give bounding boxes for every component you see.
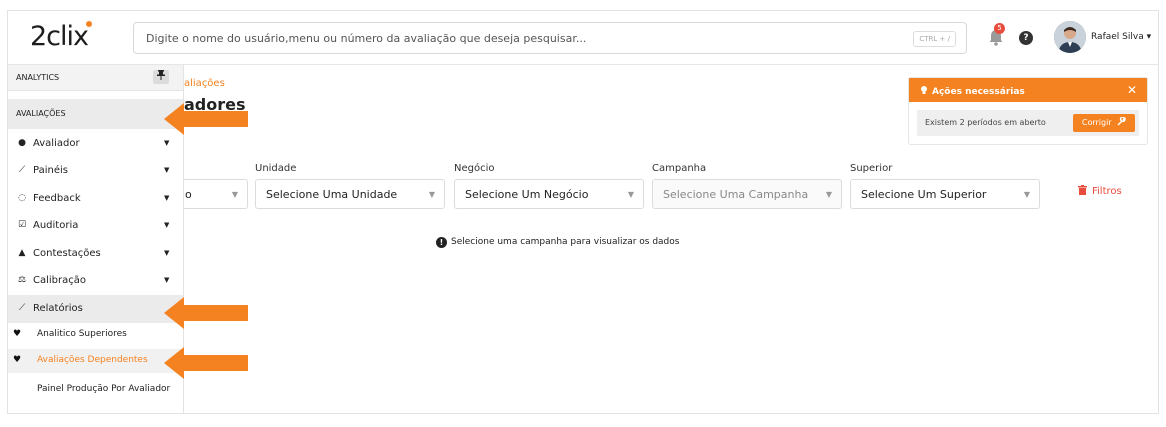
filter-value-unidade: Selecione Uma Unidade xyxy=(266,188,398,201)
notifications-badge: 5 xyxy=(994,23,1005,34)
search-box[interactable]: Digite o nome do usuário,menu ou número … xyxy=(133,22,967,54)
sidebar-item-paineis[interactable]: ⟋ Painéis ▼ xyxy=(8,158,183,184)
chevron-down-icon: ▼ xyxy=(164,139,170,147)
chevron-down-icon: ▼ xyxy=(164,194,170,202)
chevron-down-icon: ▼ xyxy=(627,190,634,199)
top-header: 2clix Digite o nome do usuário,menu ou n… xyxy=(8,11,1158,65)
sidebar-item-label: Feedback xyxy=(33,193,81,204)
actions-card-title: Ações necessárias xyxy=(919,85,1025,97)
actions-needed-card: Ações necessárias ✕ Existem 2 períodos e… xyxy=(908,77,1148,145)
sidebar-subitem-label: Analitico Superiores xyxy=(37,329,127,339)
chevron-down-icon: ▼ xyxy=(1023,190,1030,199)
breadcrumb[interactable]: aliações xyxy=(184,78,225,89)
chevron-down-icon: ▼ xyxy=(164,276,170,284)
filter-value-campanha: Selecione Uma Campanha xyxy=(663,188,809,201)
filter-select-negocio[interactable]: Selecione Um Negócio ▼ xyxy=(454,179,644,209)
close-icon[interactable]: ✕ xyxy=(1127,83,1137,97)
filters-button-label: Filtros xyxy=(1092,186,1122,197)
pin-glyph xyxy=(157,70,165,80)
filter-value-superior: Selecione Um Superior xyxy=(861,188,987,201)
sidebar-item-label: Calibração xyxy=(33,275,86,286)
actions-card-message: Existem 2 períodos em aberto xyxy=(925,118,1046,127)
sidebar-item-calibracao[interactable]: ⚖ Calibração ▼ xyxy=(8,268,183,294)
search-input[interactable]: Digite o nome do usuário,menu ou número … xyxy=(146,32,586,45)
chevron-down-icon: ▾ xyxy=(1146,32,1152,42)
annotation-arrow-icon xyxy=(164,297,248,329)
chevron-down-icon: ▼ xyxy=(164,166,170,174)
filter-label-negocio: Negócio xyxy=(454,163,495,174)
sidebar-item-auditoria[interactable]: ☑ Auditoria ▼ xyxy=(8,213,183,239)
exclamation-circle-icon: ! xyxy=(436,237,447,248)
filter-label-superior: Superior xyxy=(850,163,893,174)
filter-select-superior[interactable]: Selecione Um Superior ▼ xyxy=(850,179,1040,209)
logo-text: 2clix xyxy=(30,21,89,52)
chevron-down-icon: ▼ xyxy=(164,221,170,229)
sidebar-section-avaliacoes[interactable]: AVALIAÇÕES xyxy=(8,99,183,129)
chevron-down-icon: ▼ xyxy=(428,190,435,199)
chevron-down-icon: ▼ xyxy=(231,190,238,199)
line-chart-icon: ⟋ xyxy=(18,303,26,313)
actions-card-row: Existem 2 períodos em aberto Corrigir xyxy=(917,110,1139,136)
user-menu[interactable]: Rafael Silva ▾ xyxy=(1091,32,1151,42)
line-chart-icon: ⟋ xyxy=(18,165,26,175)
filter-value-partial: o xyxy=(185,188,192,201)
user-name: Rafael Silva xyxy=(1091,32,1144,42)
logo[interactable]: 2clix xyxy=(30,19,110,55)
user-photo xyxy=(1054,21,1086,53)
sidebar: ANALYTICS AVALIAÇÕES ● Avaliador ▼ ⟋ Pai… xyxy=(8,65,184,413)
sidebar-item-avaliador[interactable]: ● Avaliador ▼ xyxy=(8,131,183,157)
sidebar-section-analytics-label: ANALYTICS xyxy=(16,73,60,82)
sidebar-section-avaliacoes-label: AVALIAÇÕES xyxy=(16,109,66,118)
sidebar-item-label: Contestações xyxy=(33,248,101,259)
user-circle-icon: ● xyxy=(18,138,26,148)
heart-icon: ♥ xyxy=(13,329,22,339)
filters-button[interactable]: Filtros xyxy=(1078,185,1122,197)
info-message-text: Selecione uma campanha para visualizar o… xyxy=(451,237,680,247)
trash-icon xyxy=(1078,185,1087,195)
warning-triangle-icon: ▲ xyxy=(18,248,26,258)
chevron-down-icon: ▼ xyxy=(825,190,832,199)
filter-select-unidade[interactable]: Selecione Uma Unidade ▼ xyxy=(255,179,445,209)
help-icon[interactable]: ? xyxy=(1019,31,1033,45)
app-window: 2clix Digite o nome do usuário,menu ou n… xyxy=(7,10,1159,414)
search-shortcut-hint: CTRL + / xyxy=(913,31,956,47)
avatar[interactable] xyxy=(1054,21,1086,53)
sidebar-subitem-analitico-superiores[interactable]: ♥ Analitico Superiores xyxy=(8,323,183,347)
annotation-arrow-icon xyxy=(164,103,248,135)
sidebar-subitem-painel-producao[interactable]: Painel Produção Por Avaliador xyxy=(37,383,177,396)
filter-value-negocio: Selecione Um Negócio xyxy=(465,188,589,201)
chevron-down-icon: ▼ xyxy=(164,249,170,257)
sidebar-subitem-avaliacoes-dependentes[interactable]: ♥ Avaliações Dependentes xyxy=(8,349,183,373)
heart-icon: ♥ xyxy=(13,355,22,365)
balance-scale-icon: ⚖ xyxy=(17,275,27,285)
info-message: ! Selecione uma campanha para visualizar … xyxy=(436,237,679,248)
sidebar-item-label: Painéis xyxy=(33,165,68,176)
sidebar-item-label: Relatórios xyxy=(33,303,83,314)
fix-button[interactable]: Corrigir xyxy=(1073,114,1135,132)
sidebar-item-label: Auditoria xyxy=(33,220,79,231)
sidebar-section-analytics[interactable]: ANALYTICS xyxy=(8,65,183,91)
actions-card-header: Ações necessárias ✕ xyxy=(909,78,1147,102)
fix-button-label: Corrigir xyxy=(1081,118,1112,127)
lightbulb-icon xyxy=(921,86,927,94)
notifications-bell-icon[interactable]: 5 xyxy=(988,23,1005,47)
filter-label-campanha: Campanha xyxy=(652,163,707,174)
sidebar-subitem-label: Avaliações Dependentes xyxy=(37,355,148,365)
wrench-icon xyxy=(1117,116,1126,126)
sidebar-item-contestacoes[interactable]: ▲ Contestações ▼ xyxy=(8,241,183,267)
chat-bubbles-icon: ◌ xyxy=(18,193,26,203)
checkbox-icon: ☑ xyxy=(17,220,27,230)
logo-dot xyxy=(86,21,92,27)
sidebar-item-relatorios[interactable]: ⟋ Relatórios xyxy=(8,295,183,323)
sidebar-item-label: Avaliador xyxy=(33,138,80,149)
sidebar-item-feedback[interactable]: ◌ Feedback ▼ xyxy=(8,186,183,212)
annotation-arrow-icon xyxy=(164,347,248,379)
pushpin-icon[interactable] xyxy=(153,70,169,84)
filter-label-unidade: Unidade xyxy=(255,163,297,174)
filter-select-campanha[interactable]: Selecione Uma Campanha ▼ xyxy=(652,179,842,209)
